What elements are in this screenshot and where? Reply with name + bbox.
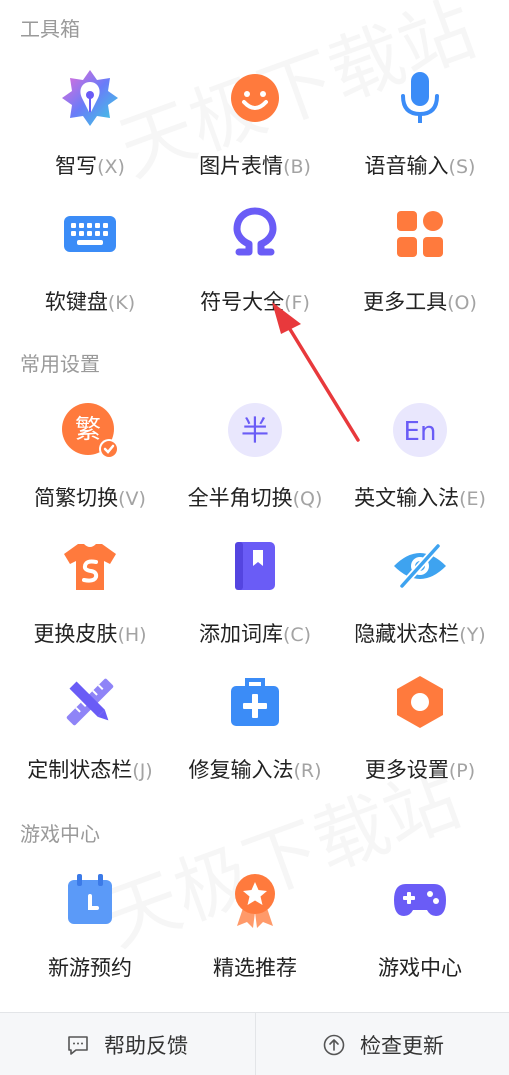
ruler-pencil-icon xyxy=(60,672,120,732)
tile-label: 新游预约 xyxy=(48,956,132,980)
tile-shortcut: (S) xyxy=(448,156,476,178)
dictionary-icon xyxy=(225,536,285,596)
tile-label: 更多工具 xyxy=(363,290,448,314)
icon-glyph: 半 xyxy=(241,414,269,447)
tile-label: 全半角切换 xyxy=(187,486,293,510)
tile-custom-statusbar[interactable]: 定制状态栏(J) xyxy=(5,672,175,802)
microphone-icon xyxy=(390,68,450,128)
tile-emoji[interactable]: 图片表情(B) xyxy=(170,68,340,198)
tile-label: 隐藏状态栏 xyxy=(354,622,460,646)
grid-apps-icon xyxy=(390,204,450,264)
settings-hexagon-icon xyxy=(390,672,450,732)
tile-shortcut: (Q) xyxy=(292,488,323,510)
tile-soft-keyboard[interactable]: 软键盘(K) xyxy=(5,204,175,334)
half-width-icon: 半 xyxy=(225,400,285,460)
tile-repair-input[interactable]: 修复输入法(R) xyxy=(170,672,340,802)
skin-shirt-icon xyxy=(60,536,120,596)
tile-shortcut: (P) xyxy=(448,760,476,782)
eye-hidden-icon xyxy=(390,536,450,596)
tile-shortcut: (H) xyxy=(117,624,147,646)
footer-bar: 帮助反馈 检查更新 xyxy=(0,1012,509,1075)
english-input-icon: En xyxy=(390,400,450,460)
smart-write-icon xyxy=(60,68,120,128)
section-title-common-settings: 常用设置 xyxy=(20,352,100,376)
settings-row-1: 繁 简繁切换(V) 半 全半角切换(Q) En 英文输入法(E) xyxy=(0,400,509,530)
toolbox-row-2: 软键盘(K) 符号大全(F) 更多工具(O) xyxy=(0,204,509,334)
tile-traditional-simplified[interactable]: 繁 简繁切换(V) xyxy=(5,400,175,530)
tile-symbols[interactable]: 符号大全(F) xyxy=(170,204,340,334)
tile-more-tools[interactable]: 更多工具(O) xyxy=(335,204,505,334)
tile-shortcut: (O) xyxy=(447,292,477,314)
tile-label: 添加词库 xyxy=(198,622,283,646)
tile-label: 修复输入法 xyxy=(188,758,294,782)
tile-shortcut: (C) xyxy=(282,624,312,646)
tile-more-settings[interactable]: 更多设置(P) xyxy=(335,672,505,802)
tile-label: 更多设置 xyxy=(364,758,449,782)
tile-label: 简繁切换 xyxy=(34,486,119,510)
tile-label: 精选推荐 xyxy=(213,956,297,980)
settings-row-3: 定制状态栏(J) 修复输入法(R) 更多设置(P) xyxy=(0,672,509,802)
upgrade-arrow-icon xyxy=(323,1034,345,1055)
tile-label: 定制状态栏 xyxy=(27,758,133,782)
tile-label: 符号大全 xyxy=(200,290,285,314)
tile-add-dictionary[interactable]: 添加词库(C) xyxy=(170,536,340,666)
gamepad-icon xyxy=(390,870,450,930)
keyboard-icon xyxy=(60,204,120,264)
tile-full-half-width[interactable]: 半 全半角切换(Q) xyxy=(170,400,340,530)
games-row-1: 新游预约 精选推荐 游戏中心 xyxy=(0,870,509,1000)
tile-game-center[interactable]: 游戏中心 xyxy=(335,870,505,1000)
tile-hide-statusbar[interactable]: 隐藏状态栏(Y) xyxy=(335,536,505,666)
tile-shortcut: (V) xyxy=(118,488,146,510)
tile-label: 游戏中心 xyxy=(378,956,462,980)
tile-featured[interactable]: 精选推荐 xyxy=(170,870,340,1000)
help-feedback-label: 帮助反馈 xyxy=(104,1033,188,1058)
tile-smart-write[interactable]: 智写(X) xyxy=(5,68,175,198)
tile-label: 英文输入法 xyxy=(354,486,460,510)
section-title-toolbox: 工具箱 xyxy=(20,17,80,41)
tile-voice-input[interactable]: 语音输入(S) xyxy=(335,68,505,198)
tile-change-skin[interactable]: 更换皮肤(H) xyxy=(5,536,175,666)
tile-shortcut: (K) xyxy=(107,292,136,314)
tile-shortcut: (R) xyxy=(293,760,322,782)
tile-label: 图片表情 xyxy=(199,154,284,178)
tile-shortcut: (B) xyxy=(283,156,311,178)
settings-row-2: 更换皮肤(H) 添加词库(C) 隐藏状态栏(Y) xyxy=(0,536,509,666)
tile-shortcut: (J) xyxy=(132,760,153,782)
tile-label: 更换皮肤 xyxy=(33,622,118,646)
tile-shortcut: (E) xyxy=(459,488,486,510)
omega-symbol-icon xyxy=(225,204,285,264)
tile-english-input[interactable]: En 英文输入法(E) xyxy=(335,400,505,530)
icon-glyph: 繁 xyxy=(75,415,101,445)
traditional-chinese-icon: 繁 xyxy=(60,400,120,460)
check-update-label: 检查更新 xyxy=(360,1033,444,1058)
repair-kit-icon xyxy=(225,672,285,732)
star-badge-icon xyxy=(225,870,285,930)
tile-label: 软键盘 xyxy=(44,290,108,314)
tile-label: 语音输入 xyxy=(364,154,449,178)
calendar-icon xyxy=(60,870,120,930)
toolbox-row-1: 智写(X) 图片表情(B) 语音输入(S) xyxy=(0,68,509,198)
tile-shortcut: (F) xyxy=(284,292,310,314)
tile-shortcut: (Y) xyxy=(459,624,486,646)
help-feedback-button[interactable]: 帮助反馈 xyxy=(0,1013,254,1075)
section-title-game-center: 游戏中心 xyxy=(20,822,100,846)
emoji-icon xyxy=(225,68,285,128)
tile-new-game-booking[interactable]: 新游预约 xyxy=(5,870,175,1000)
icon-glyph: En xyxy=(404,417,437,447)
tile-shortcut: (X) xyxy=(97,156,125,178)
check-update-button[interactable]: 检查更新 xyxy=(256,1013,509,1075)
tile-label: 智写 xyxy=(55,154,98,178)
feedback-icon xyxy=(68,1035,88,1055)
